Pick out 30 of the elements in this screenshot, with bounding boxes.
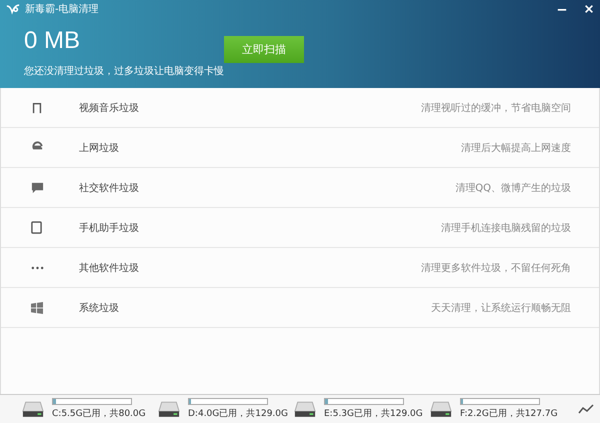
category-description: 天天清理，让系统运行顺畅无阻 [431, 302, 571, 314]
category-name[interactable]: 手机助手垃圾 [79, 220, 139, 234]
category-name[interactable]: 上网垃圾 [79, 140, 119, 154]
drive-usage-label: D:4.0G已用，共129.0G [188, 408, 288, 420]
window-title: 新毒霸-电脑清理 [25, 2, 99, 16]
category-description: 清理更多软件垃圾，不留任何死角 [421, 262, 571, 274]
tablet-icon [31, 221, 42, 234]
hard-drive-icon [158, 400, 180, 418]
drive-usage-label: C:5.5G已用，共80.0G [52, 408, 146, 420]
category-description: 清理后大幅提高上网速度 [461, 142, 571, 154]
drive-usage-label: E:5.3G已用，共129.0G [324, 408, 423, 420]
category-name[interactable]: 其他软件垃圾 [79, 260, 139, 274]
drive-usage-label: F:2.2G已用，共127.7G [460, 408, 558, 420]
summary-message: 您还没清理过垃圾，过多垃圾让电脑变得卡慢 [24, 64, 224, 78]
hard-drive-icon [430, 400, 452, 418]
category-name[interactable]: 系统垃圾 [79, 300, 119, 314]
windows-icon [31, 302, 43, 314]
trend-chart-icon[interactable] [578, 404, 594, 414]
hard-drive-icon [22, 400, 44, 418]
category-description: 清理视听过的缓冲，节省电脑空间 [421, 102, 571, 114]
junk-size: 0 MB [24, 28, 82, 54]
chat-bubble-icon [31, 181, 44, 194]
hard-drive-icon [294, 400, 316, 418]
category-name[interactable]: 社交软件垃圾 [79, 180, 139, 194]
close-icon[interactable] [584, 4, 594, 14]
more-icon [31, 266, 44, 270]
category-description: 清理手机连接电脑残留的垃圾 [441, 222, 571, 234]
logo-icon [6, 4, 20, 14]
category-description: 清理QQ、微博产生的垃圾 [455, 182, 571, 194]
category-name[interactable]: 视频音乐垃圾 [79, 100, 139, 114]
